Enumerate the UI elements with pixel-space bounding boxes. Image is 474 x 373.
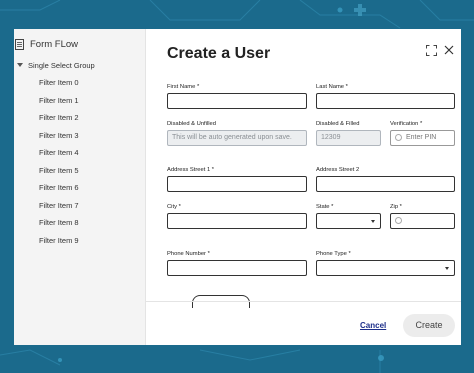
address2-label: Address Street 2 [316, 167, 360, 173]
sidebar-item[interactable]: Filter Item 2 [39, 113, 79, 122]
verification-label: Verification * [390, 121, 423, 127]
sidebar-item[interactable]: Filter Item 8 [39, 218, 79, 227]
disabled-unfilled-input: This will be auto generated upon save. [167, 130, 307, 146]
create-user-dialog: Create a User First Name * Last Name * D… [146, 29, 461, 345]
close-icon[interactable] [444, 45, 454, 55]
verification-input[interactable]: Enter PIN [390, 130, 455, 146]
disabled-filled-label: Disabled & Filled [316, 121, 360, 127]
disabled-unfilled-label: Disabled & Unfilled [167, 121, 216, 127]
document-icon [15, 39, 24, 50]
address1-label: Address Street 1 * [167, 167, 215, 173]
sidebar-item[interactable]: Filter Item 4 [39, 148, 79, 157]
first-name-input[interactable] [167, 93, 307, 109]
last-name-input[interactable] [316, 93, 455, 109]
sidebar-item[interactable]: Filter Item 1 [39, 96, 79, 105]
sidebar-item[interactable]: Filter Item 3 [39, 131, 79, 140]
sidebar-group[interactable]: Single Select Group [17, 61, 95, 70]
sidebar: Form FLow Single Select Group Filter Ite… [14, 29, 146, 345]
phone-number-label: Phone Number * [167, 251, 210, 257]
last-name-label: Last Name * [316, 84, 348, 90]
state-label: State * [316, 204, 334, 210]
sidebar-item[interactable]: Filter Item 5 [39, 166, 79, 175]
first-name-label: First Name * [167, 84, 200, 90]
city-label: City * [167, 204, 181, 210]
cancel-button[interactable]: Cancel [360, 321, 386, 330]
phone-type-label: Phone Type * [316, 251, 351, 257]
sidebar-item[interactable]: Filter Item 7 [39, 201, 79, 210]
verification-placeholder: Enter PIN [406, 134, 437, 141]
city-input[interactable] [167, 213, 307, 229]
zip-label: Zip * [390, 204, 402, 210]
state-select[interactable] [316, 213, 381, 229]
sidebar-item[interactable]: Filter Item 0 [39, 78, 79, 87]
chevron-down-icon [371, 220, 375, 223]
form-flow-window: Form FLow Single Select Group Filter Ite… [14, 29, 461, 345]
phone-type-select[interactable] [316, 260, 455, 276]
sidebar-item[interactable]: Filter Item 9 [39, 236, 79, 245]
expand-icon[interactable] [426, 45, 437, 56]
footer-divider [146, 301, 461, 302]
zip-input[interactable] [390, 213, 455, 229]
address1-input[interactable] [167, 176, 307, 192]
phone-number-input[interactable] [167, 260, 307, 276]
zip-status-icon [395, 217, 402, 224]
sidebar-title-text: Form FLow [30, 39, 79, 50]
pin-status-icon [395, 134, 402, 141]
create-button[interactable]: Create [403, 314, 455, 337]
sidebar-group-label: Single Select Group [28, 61, 95, 70]
caret-down-icon [17, 63, 23, 67]
chevron-down-icon [445, 267, 449, 270]
address2-input[interactable] [316, 176, 455, 192]
sidebar-item[interactable]: Filter Item 6 [39, 183, 79, 192]
dialog-title: Create a User [167, 45, 271, 62]
disabled-filled-input: 12309 [316, 130, 381, 146]
